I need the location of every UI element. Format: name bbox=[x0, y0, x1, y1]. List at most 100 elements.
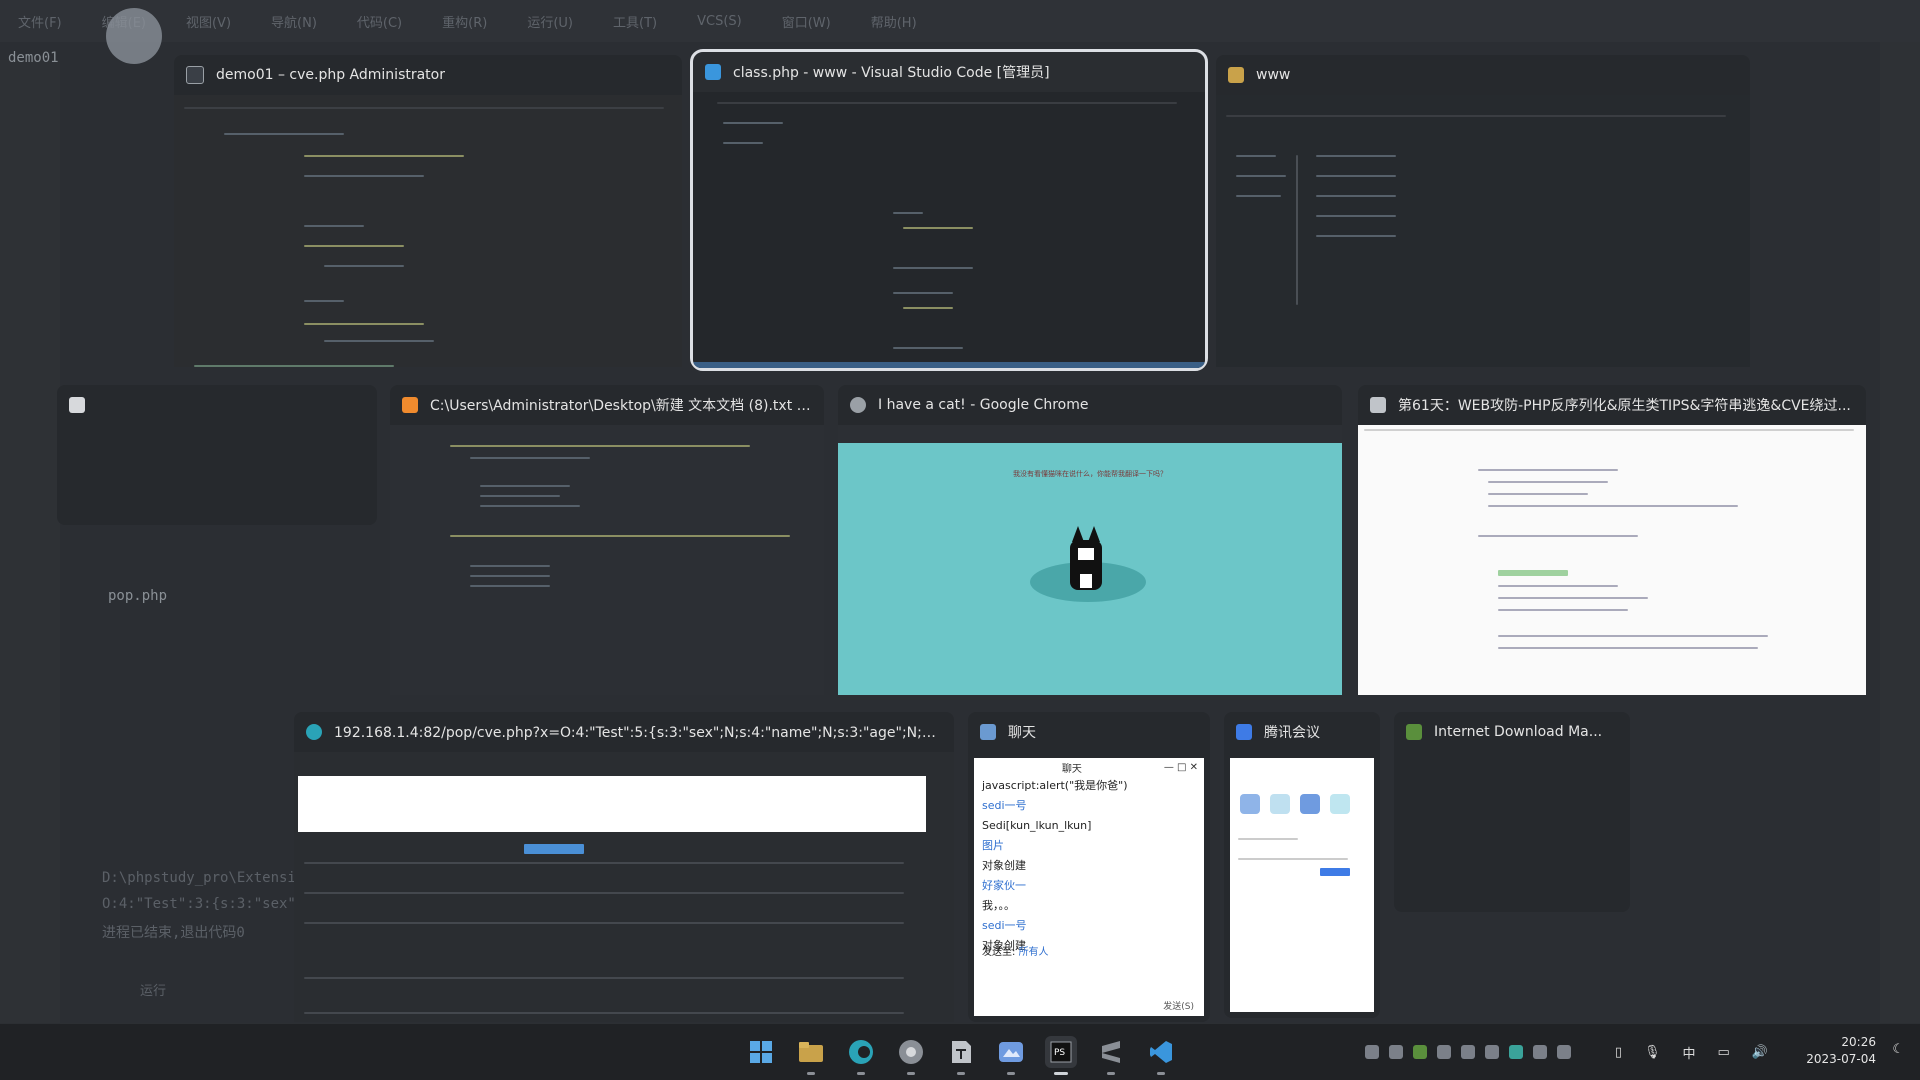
window-edge[interactable]: 192.168.1.4:82/pop/cve.php?x=O:4:"Test":… bbox=[294, 712, 954, 1022]
taskbar-edge[interactable] bbox=[845, 1036, 877, 1075]
terminal-icon bbox=[69, 397, 85, 413]
taskbar-vscode[interactable] bbox=[1145, 1036, 1177, 1075]
tray-settings-icon[interactable] bbox=[1485, 1045, 1499, 1059]
backdrop-tool-strip bbox=[0, 60, 60, 1024]
send-button[interactable]: 发送(S) bbox=[1163, 999, 1194, 1012]
tray-network-icon[interactable] bbox=[1437, 1045, 1451, 1059]
console-line-3: 进程已结束,退出代码0 bbox=[102, 925, 245, 941]
window-titlebar: demo01 – cve.php Administrator bbox=[174, 55, 682, 95]
microphone-icon[interactable]: 🎙 bbox=[1644, 1045, 1661, 1060]
window-thumbnail bbox=[1358, 425, 1866, 695]
window-idm[interactable]: Internet Download Ma... bbox=[1394, 712, 1630, 912]
window-titlebar: www bbox=[1216, 55, 1750, 95]
volume-icon[interactable]: 🔊 bbox=[1752, 1045, 1768, 1060]
window-titlebar: 腾讯会议 bbox=[1224, 712, 1380, 752]
tray-shield-icon[interactable] bbox=[1413, 1045, 1427, 1059]
window-title: 192.168.1.4:82/pop/cve.php?x=O:4:"Test":… bbox=[334, 725, 942, 741]
window-title: Internet Download Ma... bbox=[1434, 724, 1603, 740]
window-thumbnail bbox=[57, 425, 377, 525]
window-typora[interactable]: 第61天：WEB攻防-PHP反序列化&原生类TIPS&字符串逃逸&CVE绕过..… bbox=[1358, 385, 1866, 695]
console-line-1: D:\phpstudy_pro\Extensi bbox=[102, 870, 296, 886]
clock-date: 2023-07-04 bbox=[1806, 1052, 1876, 1066]
chat-message: 对象创建 bbox=[982, 859, 1026, 872]
tray-app-icon[interactable] bbox=[1509, 1045, 1523, 1059]
window-thumbnail bbox=[390, 425, 824, 695]
taskbar: PS ▯ 🎙 中 ▭ 🔊 20:26 2023-07-04 ☾ bbox=[0, 1023, 1920, 1080]
taskbar-sublime[interactable] bbox=[1095, 1036, 1127, 1075]
chrome-icon bbox=[850, 397, 866, 413]
edge-icon bbox=[306, 724, 322, 740]
window-blank[interactable] bbox=[57, 385, 377, 525]
chat-message: 图片 bbox=[982, 839, 1004, 852]
console-line-2: O:4:"Test":3:{s:3:"sex" bbox=[102, 896, 296, 912]
phpstorm-icon: PS bbox=[1050, 1041, 1072, 1063]
window-title: class.php - www - Visual Studio Code [管理… bbox=[733, 65, 1050, 81]
backdrop-menubar: 文件(F)编辑(E)视图(V)导航(N)代码(C)重构(R)运行(U)工具(T)… bbox=[0, 0, 1920, 42]
run-label: 运行 bbox=[140, 984, 167, 999]
window-thumbnail bbox=[1394, 752, 1630, 912]
tencent-meeting-icon bbox=[999, 1042, 1023, 1062]
window-titlebar: 聊天 bbox=[968, 712, 1210, 752]
window-thumbnail: 我没有看懂猫咪在说什么，你能帮我翻译一下吗？ bbox=[838, 425, 1342, 695]
chat-message: javascript:alert("我是你爸") bbox=[982, 779, 1128, 792]
ime-indicator[interactable]: 中 bbox=[1683, 1043, 1696, 1062]
send-to-label: 发送至: bbox=[982, 947, 1016, 958]
typora-icon bbox=[1370, 397, 1386, 413]
window-title: I have a cat! - Google Chrome bbox=[878, 397, 1089, 413]
window-chat[interactable]: 聊天 聊天 — □ ✕ javascript:alert("我是你爸") sedi… bbox=[968, 712, 1210, 1022]
chat-message: sedi一号 bbox=[982, 799, 1027, 812]
window-explorer-www[interactable]: www bbox=[1216, 55, 1750, 367]
taskbar-chrome[interactable] bbox=[895, 1036, 927, 1075]
window-sublime[interactable]: C:\Users\Administrator\Desktop\新建 文本文档 (… bbox=[390, 385, 824, 695]
chat-header: 聊天 bbox=[1061, 763, 1082, 775]
tray-display-icon[interactable] bbox=[1557, 1045, 1571, 1059]
battery-icon[interactable]: ▯ bbox=[1615, 1045, 1622, 1060]
tray-box-icon[interactable] bbox=[1389, 1045, 1403, 1059]
file-label: pop.php bbox=[108, 588, 168, 604]
window-title: www bbox=[1256, 67, 1291, 83]
tencent-meeting-icon bbox=[1236, 724, 1252, 740]
window-thumbnail bbox=[693, 92, 1205, 368]
window-titlebar: 192.168.1.4:82/pop/cve.php?x=O:4:"Test":… bbox=[294, 712, 954, 752]
window-thumbnail: 聊天 — □ ✕ javascript:alert("我是你爸") sedi一号 … bbox=[968, 752, 1210, 1022]
window-titlebar: 第61天：WEB攻防-PHP反序列化&原生类TIPS&字符串逃逸&CVE绕过..… bbox=[1358, 385, 1866, 425]
file-explorer-icon bbox=[799, 1042, 823, 1062]
window-titlebar: I have a cat! - Google Chrome bbox=[838, 385, 1342, 425]
tray-chat-icon[interactable] bbox=[1533, 1045, 1547, 1059]
monitor-icon[interactable]: ▭ bbox=[1718, 1045, 1730, 1060]
window-phpstorm[interactable]: demo01 – cve.php Administrator bbox=[174, 55, 682, 367]
chat-message: Sedi[kun_lkun_lkun] bbox=[982, 819, 1092, 832]
vscode-icon bbox=[705, 64, 721, 80]
window-thumbnail bbox=[1230, 758, 1374, 1012]
window-tencent-meeting[interactable]: 腾讯会议 bbox=[1224, 712, 1380, 1018]
clock[interactable]: 20:26 2023-07-04 bbox=[1806, 1034, 1876, 1068]
taskbar-typora[interactable] bbox=[945, 1036, 977, 1075]
chat-message: 好家伙一 bbox=[982, 879, 1026, 892]
taskbar-phpstorm[interactable]: PS bbox=[1045, 1036, 1077, 1075]
tray-typora-icon[interactable] bbox=[1461, 1045, 1475, 1059]
send-to-select[interactable]: 所有人 bbox=[1019, 947, 1049, 958]
edge-icon bbox=[849, 1040, 873, 1064]
chat-icon bbox=[980, 724, 996, 740]
window-chrome[interactable]: I have a cat! - Google Chrome 我没有看懂猫咪在说什… bbox=[838, 385, 1342, 695]
start-button[interactable] bbox=[745, 1036, 777, 1068]
chat-message: sedi一号 bbox=[982, 919, 1027, 932]
taskbar-tencent-meeting[interactable] bbox=[995, 1036, 1027, 1075]
backdrop-right-strip bbox=[1880, 42, 1920, 1024]
idm-icon bbox=[1406, 724, 1422, 740]
window-titlebar: Internet Download Ma... bbox=[1394, 712, 1630, 752]
window-vscode[interactable]: class.php - www - Visual Studio Code [管理… bbox=[690, 49, 1208, 371]
notification-icon[interactable]: ☾ bbox=[1892, 1042, 1904, 1057]
window-title: C:\Users\Administrator\Desktop\新建 文本文档 (… bbox=[430, 398, 812, 414]
taskbar-file-explorer[interactable] bbox=[795, 1036, 827, 1075]
svg-text:PS: PS bbox=[1054, 1048, 1065, 1058]
window-thumbnail bbox=[294, 752, 954, 1022]
window-thumbnail bbox=[174, 95, 682, 367]
clock-time: 20:26 bbox=[1841, 1035, 1876, 1049]
window-thumbnail bbox=[1216, 95, 1750, 367]
sublime-icon bbox=[402, 397, 418, 413]
window-titlebar bbox=[57, 385, 377, 425]
tray-meeting-icon[interactable] bbox=[1365, 1045, 1379, 1059]
window-titlebar: class.php - www - Visual Studio Code [管理… bbox=[693, 52, 1205, 92]
chat-panel: 聊天 — □ ✕ javascript:alert("我是你爸") sedi一号 … bbox=[974, 758, 1204, 1016]
